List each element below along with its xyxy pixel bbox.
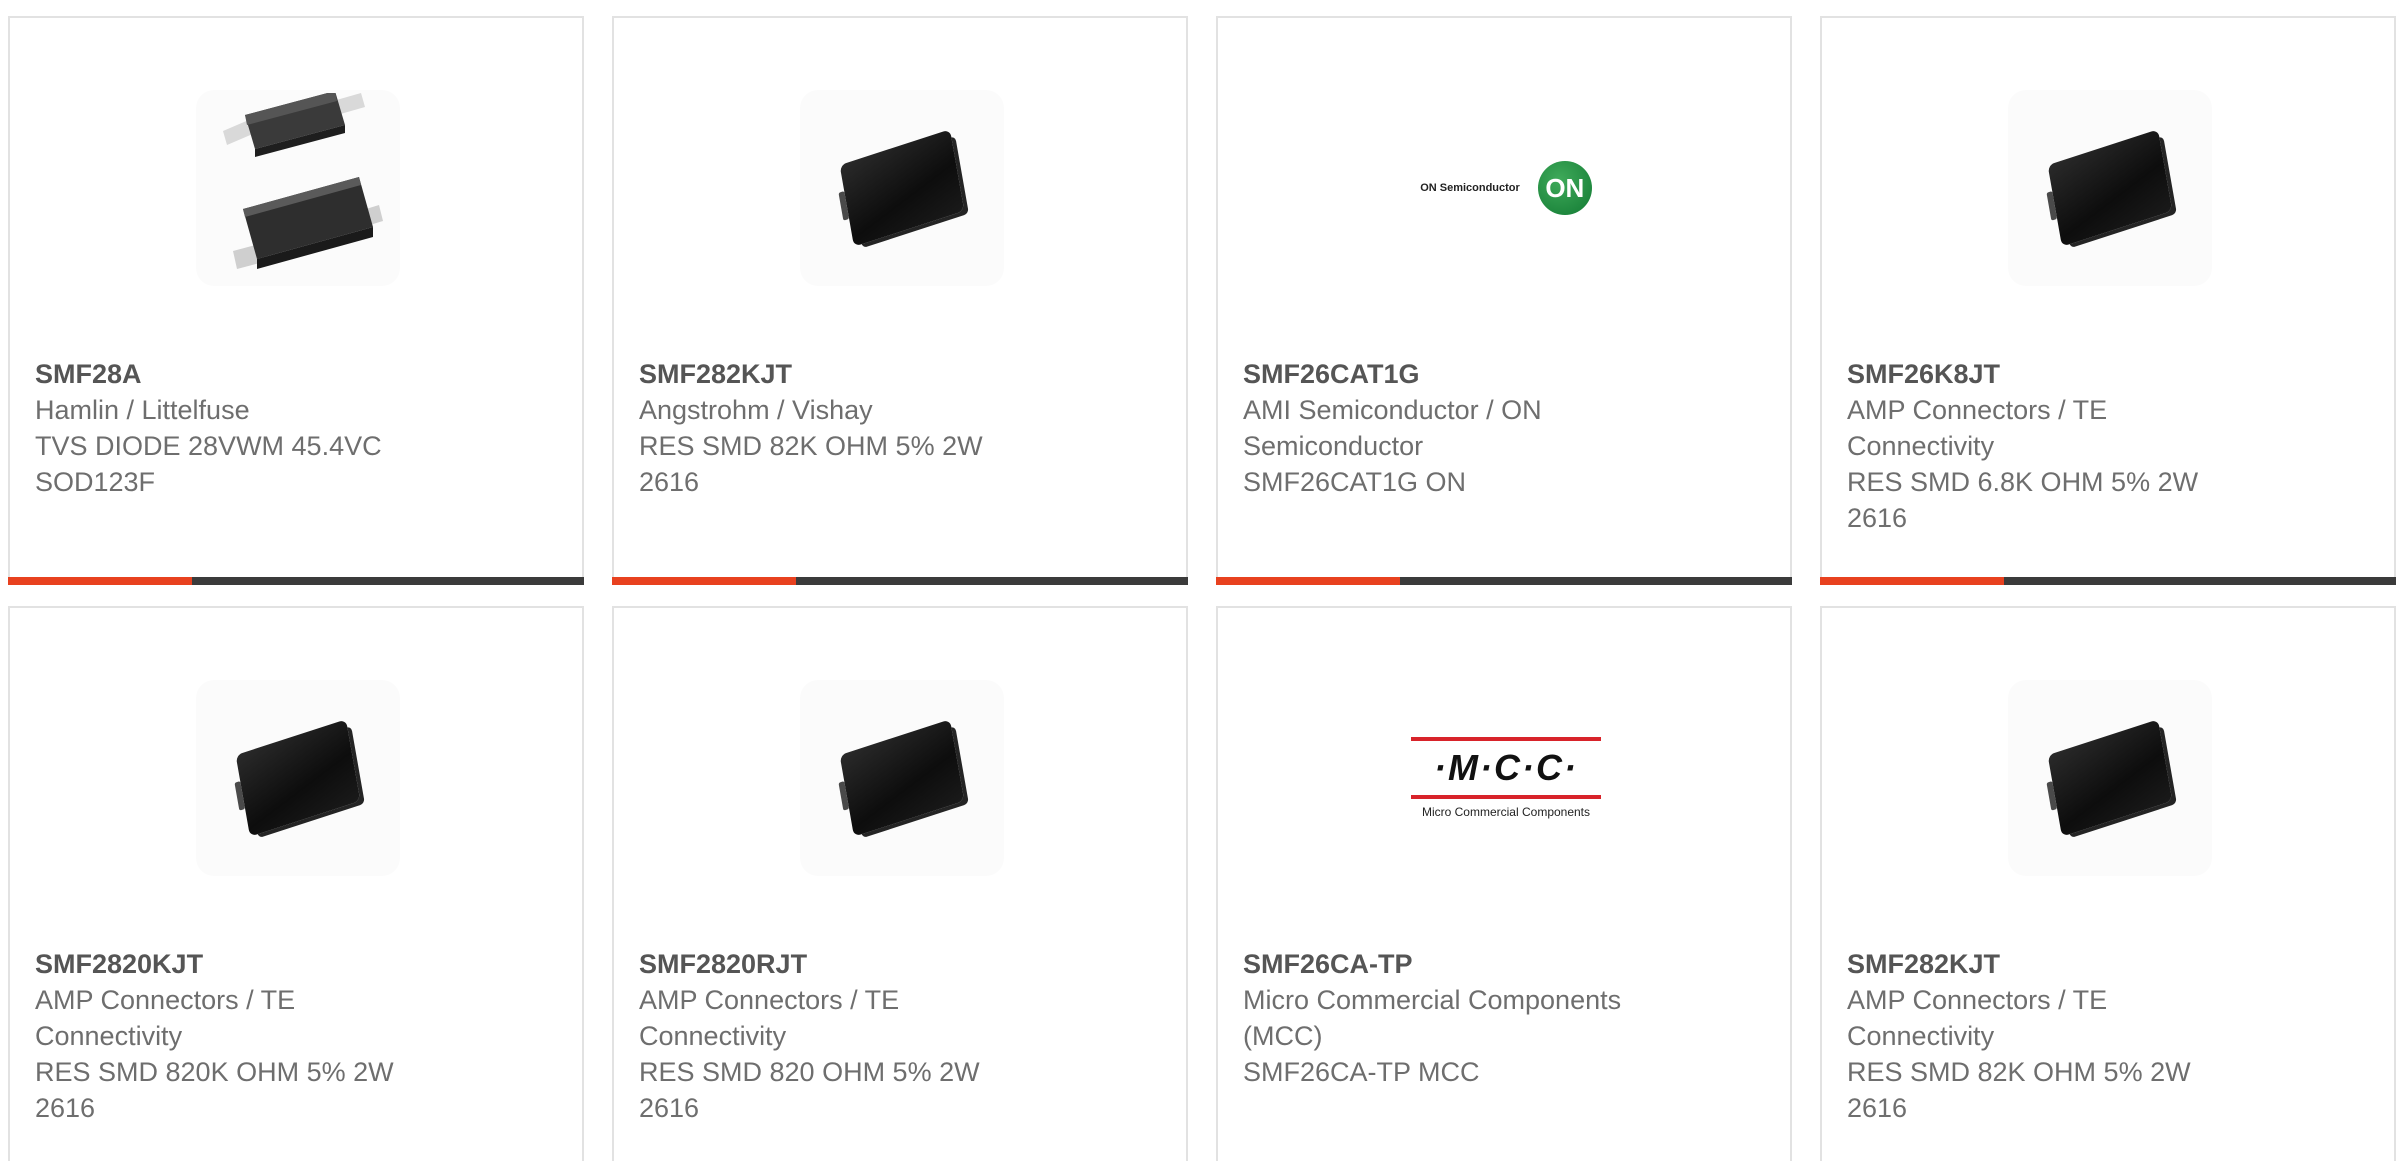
- description: 2616: [639, 467, 700, 497]
- product-details: SMF26K8JT AMP Connectors / TE Connectivi…: [1847, 356, 2267, 536]
- manufacturer: AMP Connectors / TE: [1847, 395, 2108, 425]
- part-number[interactable]: SMF2820RJT: [639, 946, 1059, 982]
- card-accent: [612, 577, 796, 585]
- mcc-logo: ·M·C·C· Micro Commercial Components: [1411, 737, 1601, 819]
- smd-resistor-icon: [2047, 129, 2173, 247]
- description: 2616: [639, 1093, 700, 1123]
- product-image: [2008, 680, 2212, 876]
- product-card[interactable]: ON Semiconductor ON SMF26CAT1G AMI Semic…: [1216, 16, 1792, 585]
- manufacturer: Angstrohm / Vishay: [639, 395, 873, 425]
- description: RES SMD 820 OHM 5% 2W: [639, 1057, 980, 1087]
- card-accent: [8, 577, 192, 585]
- description: RES SMD 820K OHM 5% 2W: [35, 1057, 394, 1087]
- product-image: ·M·C·C· Micro Commercial Components: [1401, 680, 1611, 876]
- description: RES SMD 82K OHM 5% 2W: [639, 431, 983, 461]
- card-bottom-bar: [8, 577, 584, 585]
- part-number[interactable]: SMF282KJT: [639, 356, 1059, 392]
- manufacturer: AMP Connectors / TE: [35, 985, 296, 1015]
- product-image: [196, 680, 400, 876]
- product-image: ON Semiconductor ON: [1396, 90, 1616, 286]
- description: 2616: [35, 1093, 96, 1123]
- part-number[interactable]: SMF282KJT: [1847, 946, 2267, 982]
- mcc-logo-subtext: Micro Commercial Components: [1421, 805, 1591, 819]
- manufacturer: AMP Connectors / TE: [639, 985, 900, 1015]
- product-details: SMF2820KJT AMP Connectors / TE Connectiv…: [35, 946, 455, 1126]
- smd-resistor-icon: [839, 719, 965, 837]
- product-card[interactable]: SMF26K8JT AMP Connectors / TE Connectivi…: [1820, 16, 2396, 585]
- part-number[interactable]: SMF26CAT1G: [1243, 356, 1663, 392]
- product-details: SMF26CAT1G AMI Semiconductor / ON Semico…: [1243, 356, 1663, 500]
- description: 2616: [1847, 1093, 1908, 1123]
- product-card[interactable]: SMF2820KJT AMP Connectors / TE Connectiv…: [8, 606, 584, 1161]
- product-image: [2008, 90, 2212, 286]
- product-card[interactable]: SMF282KJT AMP Connectors / TE Connectivi…: [1820, 606, 2396, 1161]
- on-semiconductor-logo: ON Semiconductor ON: [1420, 161, 1592, 215]
- sod123f-diode-icon: [223, 93, 383, 269]
- manufacturer: (MCC): [1243, 1021, 1323, 1051]
- product-card[interactable]: SMF2820RJT AMP Connectors / TE Connectiv…: [612, 606, 1188, 1161]
- product-details: SMF282KJT Angstrohm / Vishay RES SMD 82K…: [639, 356, 1059, 500]
- product-card[interactable]: SMF28A Hamlin / Littelfuse TVS DIODE 28V…: [8, 16, 584, 585]
- card-accent: [1820, 577, 2004, 585]
- description: RES SMD 82K OHM 5% 2W: [1847, 1057, 2191, 1087]
- product-image: [800, 90, 1004, 286]
- product-image: [196, 90, 400, 286]
- manufacturer: Connectivity: [35, 1021, 183, 1051]
- part-number[interactable]: SMF26CA-TP: [1243, 946, 1663, 982]
- product-details: SMF282KJT AMP Connectors / TE Connectivi…: [1847, 946, 2267, 1126]
- smd-resistor-icon: [2047, 719, 2173, 837]
- card-accent: [1216, 577, 1400, 585]
- manufacturer: AMI Semiconductor / ON: [1243, 395, 1542, 425]
- mcc-logo-text: ·M·C·C·: [1434, 747, 1578, 788]
- on-logo-icon: ON: [1537, 161, 1592, 215]
- product-details: SMF26CA-TP Micro Commercial Components (…: [1243, 946, 1663, 1090]
- product-details: SMF28A Hamlin / Littelfuse TVS DIODE 28V…: [35, 356, 455, 500]
- manufacturer: Semiconductor: [1243, 431, 1424, 461]
- manufacturer: AMP Connectors / TE: [1847, 985, 2108, 1015]
- smd-resistor-icon: [235, 719, 361, 837]
- manufacturer: Connectivity: [639, 1021, 787, 1051]
- manufacturer: Connectivity: [1847, 431, 1995, 461]
- manufacturer: Connectivity: [1847, 1021, 1995, 1051]
- card-bottom-bar: [1216, 577, 1792, 585]
- description: 2616: [1847, 503, 1908, 533]
- product-card[interactable]: SMF282KJT Angstrohm / Vishay RES SMD 82K…: [612, 16, 1188, 585]
- part-number[interactable]: SMF28A: [35, 356, 455, 392]
- product-card[interactable]: ·M·C·C· Micro Commercial Components SMF2…: [1216, 606, 1792, 1161]
- part-number[interactable]: SMF2820KJT: [35, 946, 455, 982]
- card-bottom-bar: [1820, 577, 2396, 585]
- description: SOD123F: [35, 467, 156, 497]
- card-bottom-bar: [612, 577, 1188, 585]
- description: RES SMD 6.8K OHM 5% 2W: [1847, 467, 2199, 497]
- part-number[interactable]: SMF26K8JT: [1847, 356, 2267, 392]
- manufacturer: Hamlin / Littelfuse: [35, 395, 250, 425]
- product-image: [800, 680, 1004, 876]
- manufacturer: Micro Commercial Components: [1243, 985, 1622, 1015]
- description: SMF26CAT1G ON: [1243, 467, 1467, 497]
- description: SMF26CA-TP MCC: [1243, 1057, 1480, 1087]
- smd-resistor-icon: [839, 129, 965, 247]
- product-details: SMF2820RJT AMP Connectors / TE Connectiv…: [639, 946, 1059, 1126]
- product-grid: SMF28A Hamlin / Littelfuse TVS DIODE 28V…: [0, 0, 2400, 1161]
- logo-text: ON Semiconductor: [1420, 182, 1520, 194]
- description: TVS DIODE 28VWM 45.4VC: [35, 431, 382, 461]
